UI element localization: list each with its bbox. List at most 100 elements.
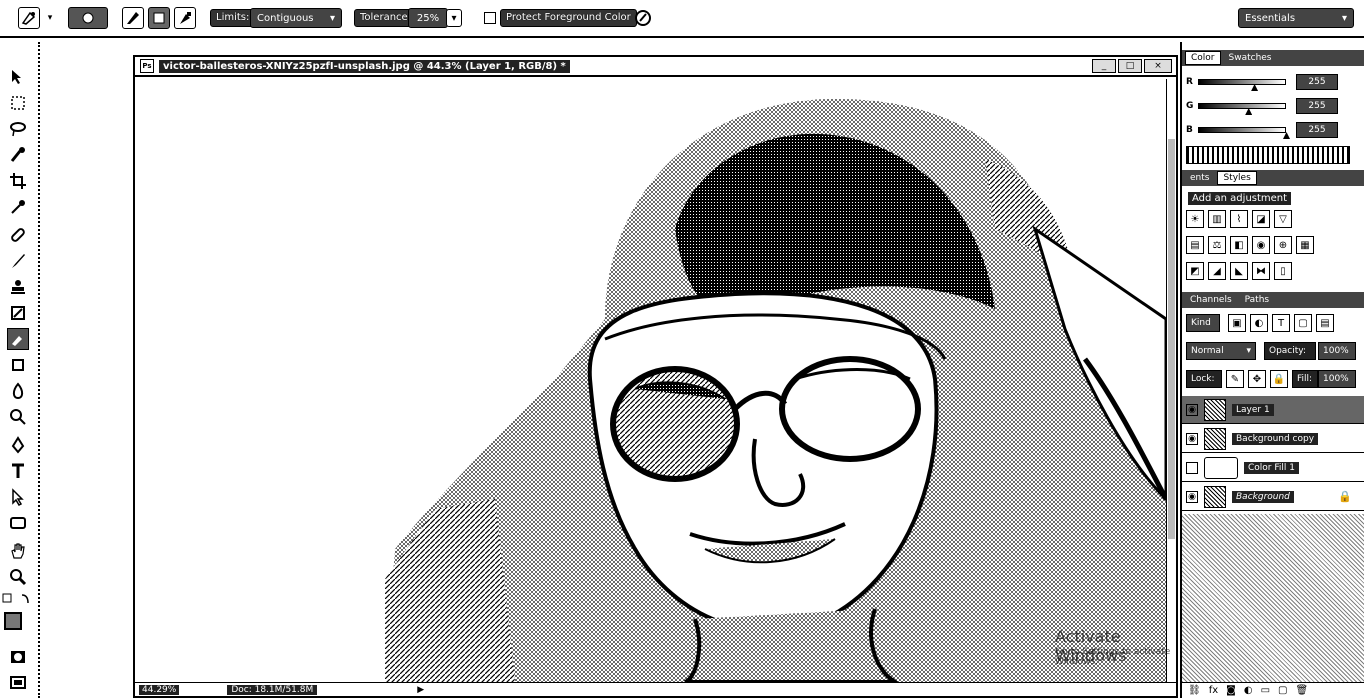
- marquee-tool-icon[interactable]: [7, 92, 29, 114]
- color-lookup-icon[interactable]: ▦: [1296, 236, 1314, 254]
- smart-object-filter-icon[interactable]: ▤: [1316, 314, 1334, 332]
- blur-tool-icon[interactable]: [7, 380, 29, 402]
- layer-row-color-fill-1[interactable]: Color Fill 1: [1182, 454, 1364, 482]
- blue-track[interactable]: [1198, 127, 1290, 139]
- link-layers-icon[interactable]: ⛓: [1188, 685, 1201, 696]
- selective-color-icon[interactable]: ▯: [1274, 262, 1292, 280]
- color-ramp[interactable]: [1186, 146, 1350, 164]
- invert-icon[interactable]: ◩: [1186, 262, 1204, 280]
- color-swatches-icon[interactable]: [2, 610, 34, 642]
- image-canvas[interactable]: [135, 79, 1166, 682]
- layer-row-layer-1[interactable]: ◉ Layer 1: [1182, 396, 1364, 424]
- tab-swatches[interactable]: Swatches: [1224, 52, 1277, 64]
- history-brush-tool-icon[interactable]: [7, 302, 29, 324]
- gradient-map-icon[interactable]: ⧓: [1252, 262, 1270, 280]
- color-replacement-tool-icon[interactable]: [7, 328, 29, 350]
- layer-name[interactable]: Background: [1232, 490, 1294, 503]
- zoom-tool-icon[interactable]: [7, 566, 29, 588]
- gradient-tool-icon[interactable]: [7, 354, 29, 376]
- brightness-icon[interactable]: ☀: [1186, 210, 1204, 228]
- brush-size-icon[interactable]: [68, 7, 108, 29]
- slider-green[interactable]: G 255: [1186, 96, 1362, 116]
- pen-tool-icon[interactable]: [7, 434, 29, 456]
- layer-name[interactable]: Layer 1: [1232, 403, 1274, 416]
- photo-filter-icon[interactable]: ◉: [1252, 236, 1270, 254]
- tab-channels[interactable]: Channels: [1185, 294, 1237, 306]
- visibility-eye-icon[interactable]: ◉: [1186, 403, 1198, 416]
- doc-size-info[interactable]: Doc: 18.1M/51.8M: [227, 684, 318, 695]
- zoom-level[interactable]: 44.29%: [139, 684, 180, 695]
- tolerance-dropdown-icon[interactable]: ▾: [446, 9, 462, 27]
- visibility-eye-icon[interactable]: ◉: [1186, 432, 1198, 445]
- add-mask-icon[interactable]: ◙: [1226, 685, 1236, 696]
- quick-select-tool-icon[interactable]: [7, 144, 29, 166]
- tolerance-input[interactable]: 25%: [408, 8, 448, 28]
- black-white-icon[interactable]: ◧: [1230, 236, 1248, 254]
- pixel-filter-icon[interactable]: ▣: [1228, 314, 1246, 332]
- close-button[interactable]: ×: [1144, 59, 1172, 73]
- lock-pixels-icon[interactable]: ✎: [1226, 370, 1244, 388]
- scroll-thumb[interactable]: [1168, 139, 1175, 539]
- shape-tool-icon[interactable]: [7, 512, 29, 534]
- new-group-icon[interactable]: ▭: [1261, 685, 1270, 696]
- minimize-button[interactable]: _: [1092, 59, 1116, 73]
- tab-adjustments[interactable]: ents: [1185, 172, 1214, 184]
- adjustment-filter-icon[interactable]: ◐: [1250, 314, 1268, 332]
- quick-mask-icon[interactable]: [7, 646, 29, 668]
- exposure-icon[interactable]: ◪: [1252, 210, 1270, 228]
- color-balance-icon[interactable]: ⚖: [1208, 236, 1226, 254]
- screen-mode-icon[interactable]: [7, 672, 29, 694]
- type-filter-icon[interactable]: T: [1272, 314, 1290, 332]
- vibrance-icon[interactable]: ▽: [1274, 210, 1292, 228]
- threshold-icon[interactable]: ◣: [1230, 262, 1248, 280]
- maximize-button[interactable]: □: [1118, 59, 1142, 73]
- move-tool-icon[interactable]: [7, 66, 29, 88]
- crop-tool-icon[interactable]: [7, 170, 29, 192]
- path-selection-tool-icon[interactable]: [7, 486, 29, 508]
- layer-style-icon[interactable]: fx: [1209, 685, 1218, 696]
- hand-tool-icon[interactable]: [7, 540, 29, 562]
- green-track[interactable]: [1198, 103, 1286, 115]
- tab-styles[interactable]: Styles: [1217, 171, 1257, 185]
- slider-red[interactable]: R 255: [1186, 72, 1362, 92]
- type-tool-icon[interactable]: [7, 460, 29, 482]
- eyedropper-tool-icon[interactable]: [7, 196, 29, 218]
- opacity-input[interactable]: 100%: [1318, 342, 1356, 360]
- new-layer-icon[interactable]: ▢: [1278, 685, 1287, 696]
- clone-stamp-tool-icon[interactable]: [7, 276, 29, 298]
- tab-color[interactable]: Color: [1185, 51, 1221, 65]
- channel-mixer-icon[interactable]: ⊕: [1274, 236, 1292, 254]
- curves-icon[interactable]: ⌇: [1230, 210, 1248, 228]
- red-value[interactable]: 255: [1296, 74, 1338, 90]
- layer-name[interactable]: Background copy: [1232, 432, 1319, 445]
- blue-knob[interactable]: [1283, 132, 1290, 139]
- levels-icon[interactable]: ▥: [1208, 210, 1226, 228]
- blue-value[interactable]: 255: [1296, 122, 1338, 138]
- lock-all-icon[interactable]: 🔒: [1270, 370, 1288, 388]
- brush-tool-icon[interactable]: [7, 250, 29, 272]
- status-arrow-icon[interactable]: ▶: [417, 685, 424, 695]
- lock-position-icon[interactable]: ✥: [1248, 370, 1266, 388]
- pressure-icon[interactable]: [632, 7, 654, 29]
- posterize-icon[interactable]: ◢: [1208, 262, 1226, 280]
- fill-input[interactable]: 100%: [1318, 370, 1356, 388]
- red-track[interactable]: [1198, 79, 1286, 91]
- protect-fg-checkbox[interactable]: [484, 7, 496, 29]
- slider-blue[interactable]: B 255: [1186, 120, 1362, 140]
- layer-name[interactable]: Color Fill 1: [1244, 461, 1299, 474]
- new-adjustment-icon[interactable]: ◐: [1244, 685, 1253, 696]
- red-knob[interactable]: [1251, 84, 1259, 91]
- hue-saturation-icon[interactable]: ▤: [1186, 236, 1204, 254]
- sampling-once-icon[interactable]: [148, 7, 170, 29]
- sampling-swatch-icon[interactable]: [174, 7, 196, 29]
- swap-colors-icon[interactable]: [2, 592, 32, 606]
- visibility-eye-icon[interactable]: ◉: [1186, 490, 1198, 503]
- blend-mode-select[interactable]: Normal ▾: [1186, 342, 1256, 360]
- layer-row-background-copy[interactable]: ◉ Background copy: [1182, 425, 1364, 453]
- limits-select[interactable]: Contiguous ▾: [250, 8, 342, 28]
- healing-brush-tool-icon[interactable]: [7, 224, 29, 246]
- lasso-tool-icon[interactable]: [7, 118, 29, 140]
- tool-preset-picker-icon[interactable]: [18, 7, 40, 29]
- shape-filter-icon[interactable]: ▢: [1294, 314, 1312, 332]
- trash-icon[interactable]: 🗑: [1296, 685, 1309, 696]
